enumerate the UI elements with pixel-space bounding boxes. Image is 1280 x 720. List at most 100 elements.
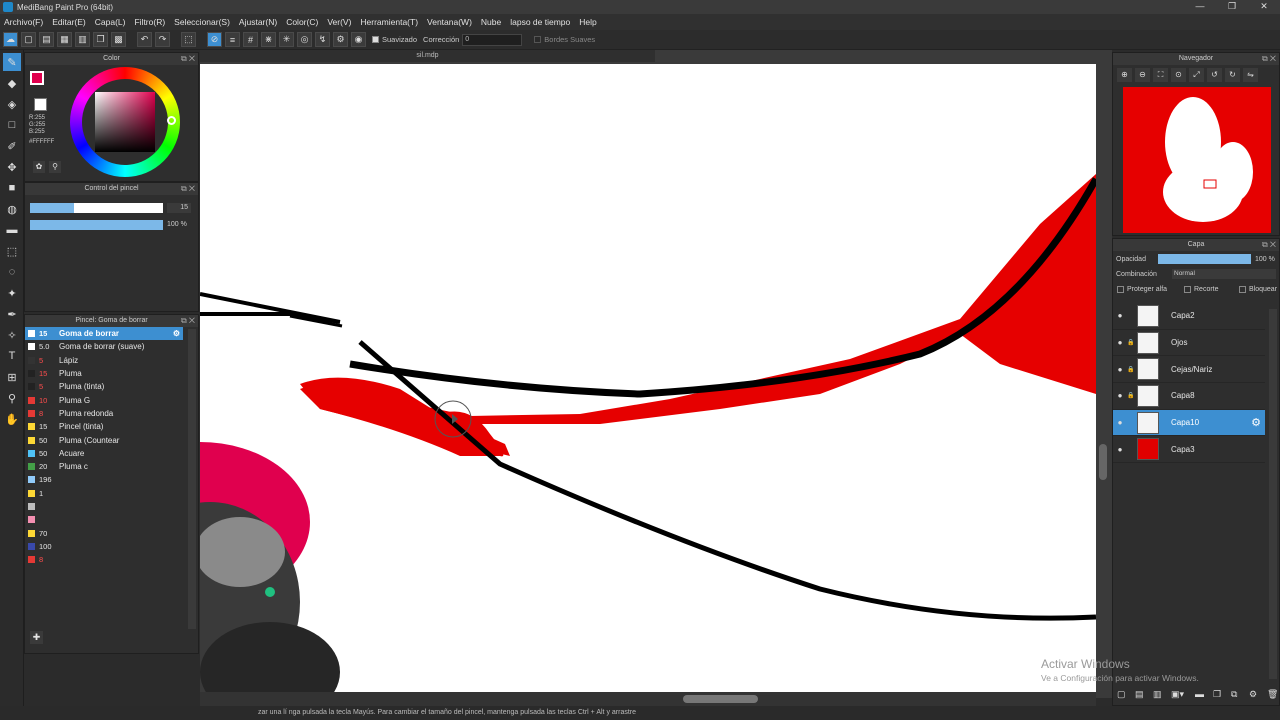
undo-icon[interactable]: ↶ xyxy=(137,32,152,47)
brush-opacity-slider[interactable] xyxy=(30,220,163,230)
layer-opacity-slider[interactable] xyxy=(1158,254,1251,264)
grid-snap-icon[interactable]: # xyxy=(243,32,258,47)
new-halftone-layer-icon[interactable]: ▤ xyxy=(1135,689,1149,701)
panel-close-icon[interactable]: ⧉ ✕ xyxy=(1262,53,1276,65)
brush-list-scrollbar[interactable] xyxy=(188,329,196,629)
text-tool-icon[interactable]: T xyxy=(3,347,21,365)
menu-filtro[interactable]: Filtro(R) xyxy=(134,17,165,27)
folder-icon[interactable]: ▬ xyxy=(1195,689,1209,701)
close-button[interactable]: ✕ xyxy=(1248,0,1280,14)
lock-checkbox[interactable] xyxy=(1239,285,1246,293)
layer-row[interactable]: ● Capa10 ⚙ xyxy=(1113,409,1265,437)
hue-marker[interactable] xyxy=(167,116,176,125)
curve-snap-icon[interactable]: ↯ xyxy=(315,32,330,47)
save-icon[interactable]: ▦ xyxy=(57,32,72,47)
panel-close-icon[interactable]: ⧉ ✕ xyxy=(181,53,195,65)
clip-checkbox[interactable] xyxy=(1184,285,1191,293)
delete-layer-icon[interactable]: 🗑 xyxy=(1267,689,1280,701)
navigator-preview[interactable] xyxy=(1123,87,1271,233)
new-layer-icon[interactable]: ▢ xyxy=(1117,689,1131,701)
brush-item[interactable] xyxy=(25,513,183,526)
brush-opacity-value[interactable]: 100 % xyxy=(167,220,195,230)
lasso-tool-icon[interactable]: ◌ xyxy=(3,263,21,281)
select-tool-icon[interactable]: ⬚ xyxy=(3,242,21,260)
radial-snap-icon[interactable]: ✳ xyxy=(279,32,294,47)
dot-tool-icon[interactable]: ✐ xyxy=(3,137,21,155)
restore-button[interactable]: ❐ xyxy=(1216,0,1248,14)
correction-input[interactable]: 0 xyxy=(462,33,523,46)
menu-capa[interactable]: Capa(L) xyxy=(95,17,126,27)
menu-seleccionar[interactable]: Seleccionar(S) xyxy=(174,17,230,27)
brush-item[interactable]: 8 Pluma redonda xyxy=(25,407,183,420)
brush-item[interactable]: 5 Pluma (tinta) xyxy=(25,380,183,393)
background-swatch[interactable] xyxy=(34,98,47,111)
brush-item[interactable]: 50 Acuare xyxy=(25,447,183,460)
brush-size-value[interactable]: 15 xyxy=(167,203,191,213)
blur-tool-icon[interactable]: ◈ xyxy=(3,95,21,113)
magic-wand-tool-icon[interactable]: ✦ xyxy=(3,284,21,302)
brush-item[interactable]: 10 Pluma G xyxy=(25,393,183,406)
brush-item[interactable]: 50 Pluma (Countear xyxy=(25,433,183,446)
fullscreen-icon[interactable]: ⤢ xyxy=(1189,68,1204,82)
layer-settings-icon[interactable]: ⚙ xyxy=(1249,689,1263,701)
smoothing-checkbox[interactable]: Suavizado xyxy=(372,35,417,44)
hand-tool-icon[interactable]: ✋ xyxy=(3,410,21,428)
new-8bit-layer-icon[interactable]: ▥ xyxy=(1153,689,1167,701)
copy-icon[interactable]: ❐ xyxy=(93,32,108,47)
eraser-tool-icon[interactable]: ◆ xyxy=(3,74,21,92)
layer-row[interactable]: ● 🔒 Cejas/Nariz xyxy=(1113,356,1265,384)
menu-help[interactable]: Help xyxy=(579,17,596,27)
move-tool-icon[interactable]: ✥ xyxy=(3,158,21,176)
layer-settings-icon[interactable]: ⚙ xyxy=(1251,416,1261,429)
saturation-square[interactable] xyxy=(95,92,155,152)
redo-icon[interactable]: ↷ xyxy=(155,32,170,47)
visibility-icon[interactable]: ● xyxy=(1113,365,1127,374)
select-pen-tool-icon[interactable]: ✒ xyxy=(3,305,21,323)
panel-close-icon[interactable]: ⧉ ✕ xyxy=(1262,239,1276,251)
soft-edges-checkbox[interactable]: Bordes Suaves xyxy=(534,35,595,44)
foreground-swatch[interactable] xyxy=(30,71,44,85)
brush-item[interactable]: 196 xyxy=(25,473,183,486)
divide-tool-icon[interactable]: ⊞ xyxy=(3,368,21,386)
layer-row[interactable]: ● 🔒 Ojos xyxy=(1113,330,1265,357)
cloud-icon[interactable]: ☁ xyxy=(3,32,18,47)
rotate-right-icon[interactable]: ↻ xyxy=(1225,68,1240,82)
brush-item[interactable] xyxy=(25,500,183,513)
visibility-icon[interactable]: ● xyxy=(1113,445,1127,454)
layer-scrollbar[interactable] xyxy=(1269,309,1277,679)
horizontal-scroll-thumb[interactable] xyxy=(683,695,758,703)
export-icon[interactable]: ▥ xyxy=(75,32,90,47)
circle-snap-icon[interactable]: ◎ xyxy=(297,32,312,47)
protect-alpha-checkbox[interactable] xyxy=(1117,285,1124,293)
visibility-icon[interactable]: ● xyxy=(1113,338,1127,347)
menu-herramienta[interactable]: Herramienta(T) xyxy=(360,17,418,27)
brush-item[interactable]: 5 Lápiz xyxy=(25,354,183,367)
palette-icon[interactable]: ✿ xyxy=(33,161,45,173)
zoom-reset-icon[interactable]: ⊙ xyxy=(1171,68,1186,82)
menu-ventana[interactable]: Ventana(W) xyxy=(427,17,472,27)
brush-item[interactable]: 8 xyxy=(25,553,183,566)
merge-layer-icon[interactable]: ⧉ xyxy=(1231,689,1245,701)
brush-tool-icon[interactable]: ✎ xyxy=(3,53,21,71)
brush-item[interactable]: 15 Pluma xyxy=(25,367,183,380)
drawing-canvas[interactable] xyxy=(200,64,1096,692)
color-picker-icon[interactable]: ⚲ xyxy=(49,161,61,173)
shape-tool-icon[interactable]: □ xyxy=(3,116,21,134)
eyedropper-tool-icon[interactable]: ⚲ xyxy=(3,389,21,407)
visibility-icon[interactable]: ● xyxy=(1113,418,1127,427)
menu-color[interactable]: Color(C) xyxy=(286,17,318,27)
brush-item[interactable]: 20 Pluma c xyxy=(25,460,183,473)
selection-icon[interactable]: ⬚ xyxy=(181,32,196,47)
flip-icon[interactable]: ⇋ xyxy=(1243,68,1258,82)
zoom-out-icon[interactable]: ⊖ xyxy=(1135,68,1150,82)
brush-size-slider[interactable] xyxy=(30,203,163,213)
panel-close-icon[interactable]: ⧉ ✕ xyxy=(181,183,195,195)
add-layer-menu-icon[interactable]: ▣▾ xyxy=(1171,689,1191,701)
settings-snap-icon[interactable]: ⚙ xyxy=(333,32,348,47)
blend-mode-select[interactable]: Normal xyxy=(1172,269,1276,279)
select-eraser-tool-icon[interactable]: ✧ xyxy=(3,326,21,344)
grid-icon[interactable]: ▩ xyxy=(111,32,126,47)
target-snap-icon[interactable]: ◉ xyxy=(351,32,366,47)
menu-editar[interactable]: Editar(E) xyxy=(52,17,86,27)
zoom-in-icon[interactable]: ⊕ xyxy=(1117,68,1132,82)
